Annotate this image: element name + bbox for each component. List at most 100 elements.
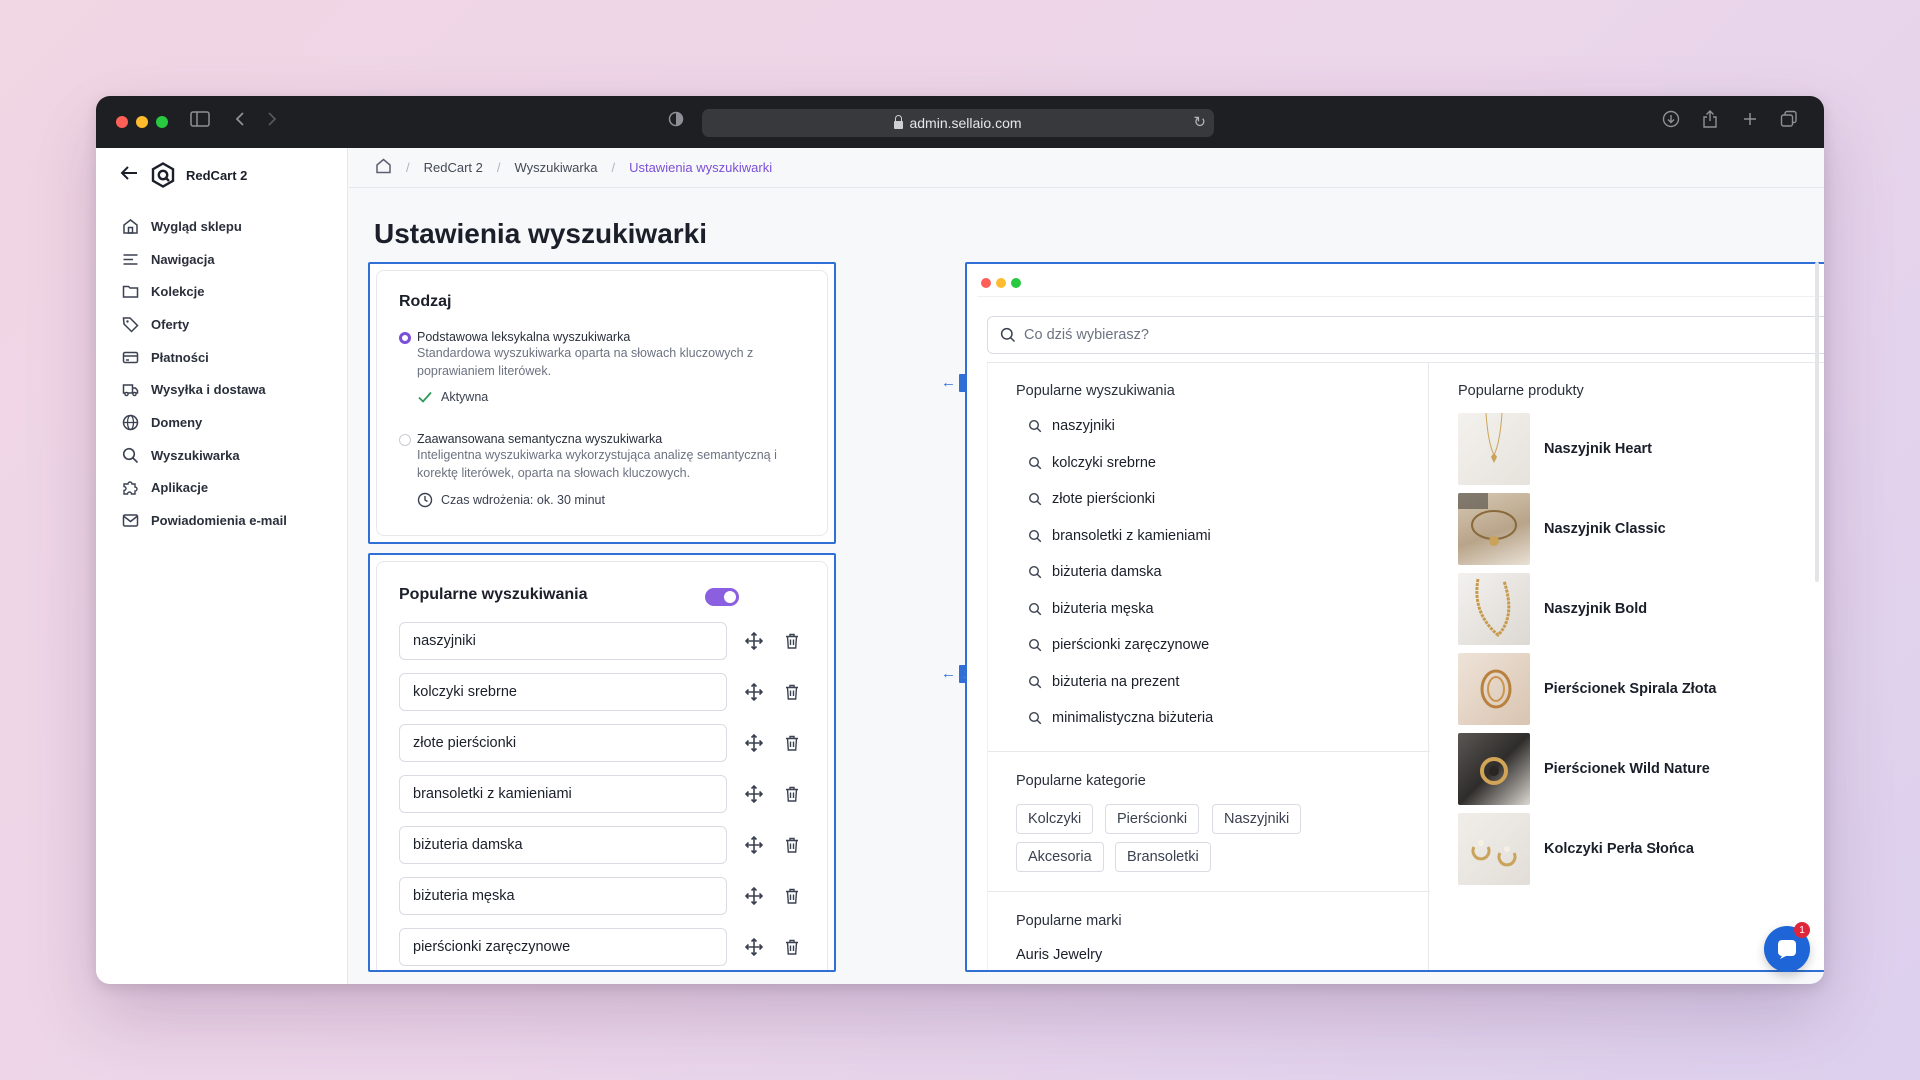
product-item[interactable]: Naszyjnik Classic — [1458, 493, 1666, 565]
trash-icon[interactable] — [779, 735, 805, 751]
popular-searches-card: Popularne wyszukiwania naszyjniki kolczy… — [368, 553, 836, 972]
radio-semantic-search[interactable] — [399, 434, 411, 446]
preview-search-term[interactable]: biżuteria na prezent — [1028, 674, 1179, 690]
trash-icon[interactable] — [779, 837, 805, 853]
preview-search-input[interactable]: Co dziś wybierasz? — [987, 316, 1824, 354]
popular-term-input[interactable]: bransoletki z kamieniami — [399, 775, 727, 813]
term-label: bransoletki z kamieniami — [1052, 527, 1211, 544]
drag-handle-icon[interactable] — [741, 938, 767, 956]
product-image — [1458, 733, 1530, 805]
category-chip[interactable]: Pierścionki — [1105, 804, 1200, 834]
preview-search-term[interactable]: biżuteria damska — [1028, 564, 1162, 580]
sidebar-item-offers[interactable]: Oferty — [122, 308, 287, 341]
product-item[interactable]: Kolczyki Perła Słońca — [1458, 813, 1694, 885]
product-name: Naszyjnik Bold — [1544, 601, 1648, 617]
reload-icon[interactable]: ↻ — [1193, 113, 1206, 131]
sidebar-item-payments[interactable]: Płatności — [122, 341, 287, 374]
product-name: Pierścionek Wild Nature — [1544, 761, 1710, 777]
product-item[interactable]: Pierścionek Wild Nature — [1458, 733, 1710, 805]
option-basic: Podstawowa leksykalna wyszukiwarka Stand… — [417, 330, 817, 404]
trash-icon[interactable] — [779, 939, 805, 955]
option-status: Aktywna — [417, 390, 817, 404]
product-item[interactable]: Naszyjnik Heart — [1458, 413, 1652, 485]
back-nav-icon[interactable] — [234, 110, 246, 134]
drag-handle-icon[interactable] — [741, 785, 767, 803]
preview-search-term[interactable]: kolczyki srebrne — [1028, 455, 1156, 471]
preview-search-term[interactable]: biżuteria męska — [1028, 601, 1154, 617]
sidebar: RedCart 2 Wygląd sklepu Nawigacja Kolekc… — [96, 148, 348, 984]
drag-handle-icon[interactable] — [741, 836, 767, 854]
term-label: naszyjniki — [1052, 418, 1115, 434]
drag-handle-icon[interactable] — [741, 734, 767, 752]
preview-search-term[interactable]: naszyjniki — [1028, 418, 1115, 434]
popular-term-input[interactable]: kolczyki srebrne — [399, 673, 727, 711]
preview-search-term[interactable]: złote pierścionki — [1028, 491, 1155, 507]
popular-term-input[interactable]: biżuteria damska — [399, 826, 727, 864]
minimize-window-button[interactable] — [136, 116, 148, 128]
privacy-shield-icon[interactable] — [668, 110, 684, 134]
trash-icon[interactable] — [779, 786, 805, 802]
option-description: Standardowa wyszukiwarka oparta na słowa… — [417, 346, 754, 378]
new-tab-icon[interactable] — [1742, 110, 1758, 134]
brand-link[interactable]: Auris Jewelry — [1016, 947, 1102, 963]
drag-handle-icon[interactable] — [741, 632, 767, 650]
sidebar-item-domains[interactable]: Domeny — [122, 406, 287, 439]
category-chip[interactable]: Naszyjniki — [1212, 804, 1302, 834]
sidebar-item-collections[interactable]: Kolekcje — [122, 275, 287, 308]
back-arrow-icon[interactable] — [120, 164, 140, 187]
breadcrumb-store[interactable]: RedCart 2 — [424, 160, 483, 175]
zoom-window-button[interactable] — [156, 116, 168, 128]
drag-handle-icon[interactable] — [741, 887, 767, 905]
page-scrollbar[interactable] — [1815, 262, 1819, 582]
arrow-left-icon: ← — [941, 665, 956, 682]
address-bar[interactable]: admin.sellaio.com ↻ — [702, 109, 1214, 137]
chat-bubble-icon — [1778, 940, 1796, 959]
category-chip[interactable]: Bransoletki — [1115, 842, 1211, 872]
product-item[interactable]: Naszyjnik Bold — [1458, 573, 1647, 645]
status-text: Czas wdrożenia: ok. 30 minut — [441, 493, 605, 507]
popular-term-input[interactable]: złote pierścionki — [399, 724, 727, 762]
sidebar-item-appearance[interactable]: Wygląd sklepu — [122, 210, 287, 243]
preview-search-term[interactable]: bransoletki z kamieniami — [1028, 528, 1211, 544]
product-image — [1458, 493, 1530, 565]
category-chip[interactable]: Akcesoria — [1016, 842, 1104, 872]
product-name: Pierścionek Spirala Złota — [1544, 681, 1717, 697]
category-chip[interactable]: Kolczyki — [1016, 804, 1094, 834]
preview-right-column: Popularne produkty Naszyjnik Heart Naszy… — [1430, 363, 1824, 970]
sidebar-nav: Wygląd sklepu Nawigacja Kolekcje Oferty … — [122, 210, 287, 537]
breadcrumb-search[interactable]: Wyszukiwarka — [515, 160, 598, 175]
share-icon[interactable] — [1702, 110, 1718, 135]
page-title: Ustawienia wyszukiwarki — [374, 218, 708, 249]
preview-search-term[interactable]: pierścionki zaręczynowe — [1028, 637, 1209, 653]
product-image — [1458, 653, 1530, 725]
radio-basic-search[interactable] — [399, 332, 411, 344]
sidebar-item-navigation[interactable]: Nawigacja — [122, 243, 287, 276]
sidebar-item-shipping[interactable]: Wysyłka i dostawa — [122, 373, 287, 406]
sidebar-item-label: Aplikacje — [151, 480, 209, 496]
popular-term-row: bransoletki z kamieniami — [399, 775, 805, 813]
home-icon[interactable] — [375, 158, 392, 177]
check-icon — [418, 391, 432, 403]
popular-searches-toggle[interactable] — [705, 588, 739, 606]
sidebar-toggle-icon[interactable] — [190, 110, 210, 134]
close-window-button[interactable] — [116, 116, 128, 128]
popular-term-input[interactable]: naszyjniki — [399, 622, 727, 660]
popular-term-input[interactable]: pierścionki zaręczynowe — [399, 928, 727, 966]
sidebar-item-apps[interactable]: Aplikacje — [122, 472, 287, 505]
preview-search-term[interactable]: minimalistyczna biżuteria — [1028, 710, 1213, 726]
trash-icon[interactable] — [779, 888, 805, 904]
sidebar-item-search[interactable]: Wyszukiwarka — [122, 439, 287, 472]
storefront-icon — [123, 218, 138, 234]
drag-handle-icon[interactable] — [741, 683, 767, 701]
download-icon[interactable] — [1662, 110, 1680, 135]
tabs-overview-icon[interactable] — [1780, 110, 1798, 135]
preview-left-column: Popularne wyszukiwania naszyjniki kolczy… — [987, 363, 1430, 970]
product-item[interactable]: Pierścionek Spirala Złota — [1458, 653, 1716, 725]
forward-nav-icon[interactable] — [266, 110, 278, 134]
trash-icon[interactable] — [779, 633, 805, 649]
trash-icon[interactable] — [779, 684, 805, 700]
sidebar-item-email-notifications[interactable]: Powiadomienia e-mail — [122, 504, 287, 537]
popular-term-input[interactable]: biżuteria męska — [399, 877, 727, 915]
search-icon — [1028, 456, 1042, 469]
popular-searches-title: Popularne wyszukiwania — [399, 586, 588, 603]
